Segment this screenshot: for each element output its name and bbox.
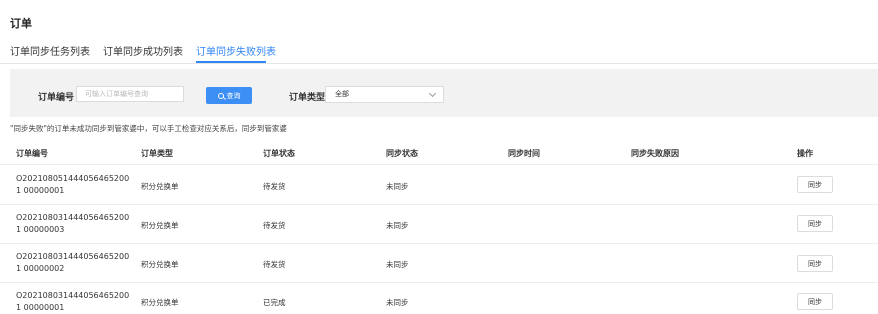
row-order-no: O2021080314440564652001 00000003 (16, 213, 130, 234)
row-order-no: O2021080314440564652001 00000002 (16, 252, 130, 273)
row-order-status: 已完成 (263, 298, 286, 307)
row-order-no: O2021080514440564652001 00000001 (16, 174, 130, 195)
notice-text: "同步失败"的订单未成功同步到管家婆中，可以手工检查对应关系后，同步到管家婆 (10, 124, 287, 133)
row-sync-status: 未同步 (386, 221, 409, 230)
query-button-label: 查询 (226, 91, 241, 100)
order-type-select[interactable]: 全部 (325, 86, 444, 103)
sync-button[interactable]: 同步 (797, 215, 833, 232)
order-no-input[interactable] (76, 86, 184, 102)
tab-bar: 订单同步任务列表 订单同步成功列表 订单同步失败列表 (0, 43, 878, 64)
row-order-status: 待发货 (263, 182, 286, 191)
row-order-no: O2021080314440564652001 00000001 (16, 291, 130, 312)
column-header-sync-time: 同步时间 (508, 149, 540, 158)
active-tab-indicator (196, 61, 266, 63)
row-divider (0, 243, 878, 244)
tab-sync-failed[interactable]: 订单同步失败列表 (196, 43, 276, 58)
search-icon (217, 92, 224, 99)
row-divider (0, 204, 878, 205)
sync-button[interactable]: 同步 (797, 176, 833, 193)
header-divider (0, 164, 878, 165)
row-order-status: 待发货 (263, 260, 286, 269)
row-divider (0, 282, 878, 283)
row-order-status: 待发货 (263, 221, 286, 230)
chevron-down-icon (428, 89, 437, 98)
column-header-fail-reason: 同步失败原因 (631, 149, 679, 158)
filter-panel: 订单编号 查询 订单类型 全部 (10, 69, 878, 117)
column-header-sync-status: 同步状态 (386, 149, 418, 158)
row-order-type: 积分兑换单 (141, 260, 179, 269)
query-button[interactable]: 查询 (206, 87, 252, 104)
order-type-label: 订单类型 (289, 93, 326, 103)
order-no-label: 订单编号 (38, 93, 75, 103)
tab-sync-success[interactable]: 订单同步成功列表 (103, 43, 183, 58)
row-sync-status: 未同步 (386, 260, 409, 269)
column-header-order-status: 订单状态 (263, 149, 295, 158)
sync-button[interactable]: 同步 (797, 293, 833, 310)
sync-button[interactable]: 同步 (797, 255, 833, 272)
column-header-action: 操作 (797, 149, 813, 158)
column-header-order-type: 订单类型 (141, 149, 173, 158)
page-title: 订单 (10, 17, 32, 30)
row-order-type: 积分兑换单 (141, 298, 179, 307)
tab-sync-tasks[interactable]: 订单同步任务列表 (10, 43, 90, 58)
row-order-type: 积分兑换单 (141, 182, 179, 191)
order-type-selected: 全部 (335, 90, 349, 98)
row-order-type: 积分兑换单 (141, 221, 179, 230)
row-sync-status: 未同步 (386, 298, 409, 307)
row-sync-status: 未同步 (386, 182, 409, 191)
column-header-order-no: 订单编号 (16, 149, 48, 158)
